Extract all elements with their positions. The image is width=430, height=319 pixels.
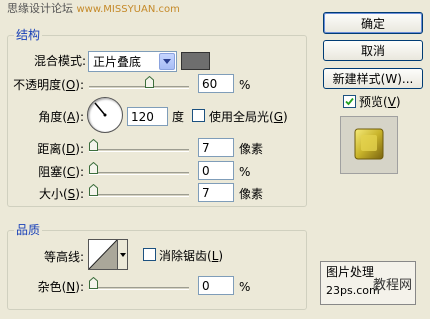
chevron-down-icon	[119, 252, 126, 257]
opacity-label: 不透明度(O):	[13, 78, 84, 92]
choke-unit: %	[239, 165, 251, 179]
brand-line2: 教程网	[373, 278, 413, 293]
opacity-slider-thumb[interactable]	[145, 75, 154, 88]
angle-label: 角度(A):	[38, 110, 84, 124]
angle-dial[interactable]	[87, 97, 123, 133]
size-slider-thumb[interactable]	[89, 183, 98, 196]
antialias-label: 消除锯齿(L)	[159, 249, 224, 263]
checkmark-icon	[345, 97, 354, 106]
noise-slider[interactable]	[89, 287, 189, 290]
distance-input[interactable]	[198, 138, 234, 157]
quality-legend: 品质	[14, 223, 43, 237]
antialias-checkbox[interactable]	[143, 248, 156, 261]
contour-label: 等高线:	[43, 250, 84, 264]
shadow-color-swatch[interactable]	[181, 52, 210, 70]
size-label: 大小(S):	[38, 187, 84, 201]
brand-line1: 图片处理	[326, 265, 375, 279]
blend-mode-value: 正片叠底	[93, 55, 142, 69]
new-style-button[interactable]: 新建样式(W)...	[323, 68, 423, 89]
noise-unit: %	[239, 280, 251, 294]
contour-picker[interactable]	[88, 239, 118, 270]
distance-unit: 像素	[239, 142, 264, 156]
noise-input[interactable]	[198, 276, 234, 295]
distance-slider[interactable]	[89, 149, 189, 152]
blend-mode-label: 混合模式:	[33, 54, 86, 68]
brand-watermark: 图片处理 23ps.com 教程网	[320, 261, 416, 305]
quality-group	[7, 230, 307, 310]
contour-curve-icon	[88, 239, 118, 270]
opacity-unit: %	[239, 78, 251, 92]
angle-input[interactable]	[127, 107, 168, 126]
chevron-down-icon[interactable]	[159, 53, 175, 70]
watermark-site: www.MISSYUAN.com	[76, 4, 180, 15]
opacity-input[interactable]	[198, 74, 234, 93]
choke-label: 阻塞(C):	[38, 165, 84, 179]
preview-thumbnail	[340, 116, 398, 174]
global-light-checkbox[interactable]	[192, 109, 205, 122]
watermark: 思缘设计论坛 www.MISSYUAN.com	[7, 2, 180, 17]
distance-slider-thumb[interactable]	[89, 138, 98, 151]
angle-indicator-icon	[94, 102, 107, 117]
distance-label: 距离(D):	[37, 142, 84, 156]
opacity-slider[interactable]	[89, 86, 189, 89]
global-light-label: 使用全局光(G)	[209, 110, 288, 124]
size-slider[interactable]	[89, 194, 189, 197]
preview-swatch-image	[354, 128, 384, 160]
watermark-text: 思缘设计论坛	[7, 2, 73, 15]
blend-mode-select[interactable]: 正片叠底	[88, 51, 177, 72]
structure-legend: 结构	[14, 28, 43, 42]
cancel-button[interactable]: 取消	[323, 40, 423, 61]
brand-url: 23ps.com	[326, 284, 380, 297]
choke-slider[interactable]	[89, 172, 189, 175]
choke-slider-thumb[interactable]	[89, 161, 98, 174]
noise-slider-thumb[interactable]	[89, 276, 98, 289]
ok-button[interactable]: 确定	[323, 12, 423, 34]
contour-dropdown[interactable]	[118, 239, 128, 270]
size-input[interactable]	[198, 183, 234, 202]
preview-label: 预览(V)	[359, 95, 401, 109]
angle-unit: 度	[172, 110, 185, 124]
size-unit: 像素	[239, 187, 264, 201]
noise-label: 杂色(N):	[37, 280, 84, 294]
choke-input[interactable]	[198, 161, 234, 180]
preview-checkbox[interactable]	[343, 95, 356, 108]
